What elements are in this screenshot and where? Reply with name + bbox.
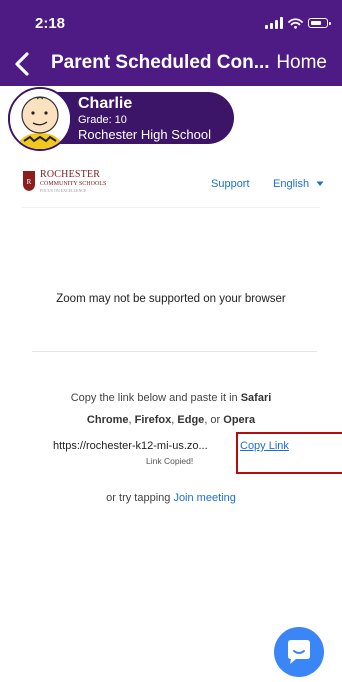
wifi-icon: [288, 17, 303, 29]
language-label: English: [273, 178, 310, 190]
battery-icon: [308, 18, 331, 28]
instructions-line1: Copy the link below and paste it in Safa…: [0, 392, 342, 404]
separator-comma: ,: [171, 414, 175, 426]
student-school: Rochester High School: [78, 127, 211, 142]
site-bar: R ROCHESTER COMMUNITY SCHOOLS FOCUS ON E…: [0, 160, 342, 208]
status-bar: 2:18: [0, 0, 342, 44]
logo-line1: ROCHESTER: [40, 169, 101, 180]
link-copied-status: Link Copied!: [146, 456, 194, 466]
support-link[interactable]: Support: [211, 178, 250, 190]
join-row: or try tapping Join meeting: [0, 492, 342, 504]
meeting-link-url: https://rochester-k12-mi-us.zo...: [53, 440, 208, 452]
status-time: 2:18: [35, 15, 66, 32]
logo-line2: COMMUNITY SCHOOLS: [40, 181, 107, 187]
chevron-left-icon: [15, 52, 29, 76]
highlight-box: [236, 432, 342, 474]
browser-opera: Opera: [223, 414, 256, 426]
nav-bar: Parent Scheduled Con... Home: [0, 44, 342, 84]
browser-chrome: Chrome: [86, 414, 129, 426]
avatar: [8, 87, 72, 151]
browser-safari: Safari: [240, 392, 272, 404]
join-meeting-link[interactable]: Join meeting: [173, 492, 235, 504]
logo-line3: FOCUS ON EXCELLENCE: [40, 188, 87, 193]
instructions-line2: Chrome, Firefox, Edge, or Opera: [0, 414, 342, 426]
signal-icon: [265, 17, 283, 29]
app-header: 2:18 Parent Scheduled Con... Home: [0, 0, 342, 86]
site-divider: [22, 207, 320, 208]
browser-edge: Edge: [177, 414, 205, 426]
browser-firefox: Firefox: [134, 414, 172, 426]
shield-icon: R: [23, 171, 35, 191]
back-button[interactable]: [10, 50, 36, 78]
language-select[interactable]: English: [273, 178, 324, 190]
instructions-prefix: Copy the link below and paste it in: [70, 392, 238, 404]
student-grade: Grade: 10: [78, 114, 127, 126]
page-title: Parent Scheduled Con...: [51, 52, 270, 73]
content-divider: [32, 351, 317, 352]
join-prefix: or try tapping: [106, 492, 171, 504]
chat-button[interactable]: [274, 627, 324, 677]
student-avatar-icon: [10, 89, 70, 149]
district-logo[interactable]: R ROCHESTER COMMUNITY SCHOOLS FOCUS ON E…: [22, 170, 106, 193]
separator-comma: ,: [128, 414, 132, 426]
status-icons: [265, 16, 331, 30]
svg-text:R: R: [27, 178, 32, 186]
zoom-warning: Zoom may not be supported on your browse…: [56, 293, 286, 305]
caret-down-icon: [316, 181, 324, 186]
separator-or: , or: [204, 414, 221, 426]
chat-icon: [288, 640, 310, 664]
home-button[interactable]: Home: [276, 52, 327, 74]
student-name: Charlie: [78, 95, 133, 112]
